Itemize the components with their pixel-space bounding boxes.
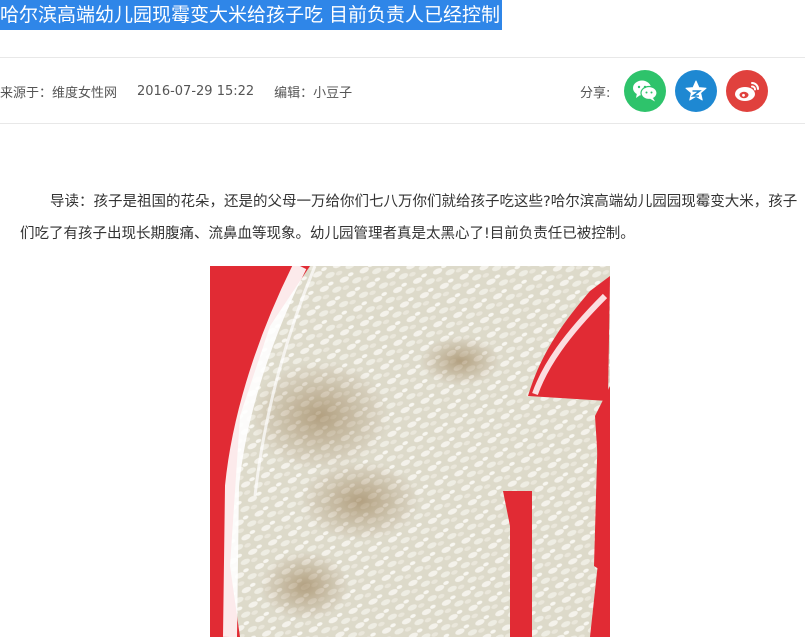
article-editor: 编辑：小豆子 [274, 85, 353, 101]
divider-top [0, 57, 805, 58]
share-wechat-button[interactable] [624, 70, 667, 112]
article-source: 来源于：维度女性网 [0, 85, 118, 101]
share-favorite-button[interactable] [675, 70, 718, 112]
share-weibo-button[interactable] [726, 70, 769, 112]
article-lead: 导读：孩子是祖国的花朵，还是的父母一万给你们七八万你们就给孩子吃这些?哈尔滨高端… [20, 194, 798, 242]
share-bar: 分享: [580, 69, 777, 113]
divider-meta [0, 123, 805, 124]
moldy-rice-photo [210, 266, 610, 637]
article-title: 哈尔滨高端幼儿园现霉变大米给孩子吃 目前负责人已经控制 [0, 0, 503, 30]
star-icon [685, 80, 707, 101]
article-meta: 来源于：维度女性网 2016-07-29 15:22 编辑：小豆子 [0, 81, 352, 101]
wechat-icon [633, 80, 658, 102]
share-label: 分享: [580, 85, 611, 101]
article-title-wrap: 哈尔滨高端幼儿园现霉变大米给孩子吃 目前负责人已经控制 [0, 0, 503, 32]
weibo-icon [735, 82, 760, 101]
article-datetime: 2016-07-29 15:22 [137, 83, 255, 99]
